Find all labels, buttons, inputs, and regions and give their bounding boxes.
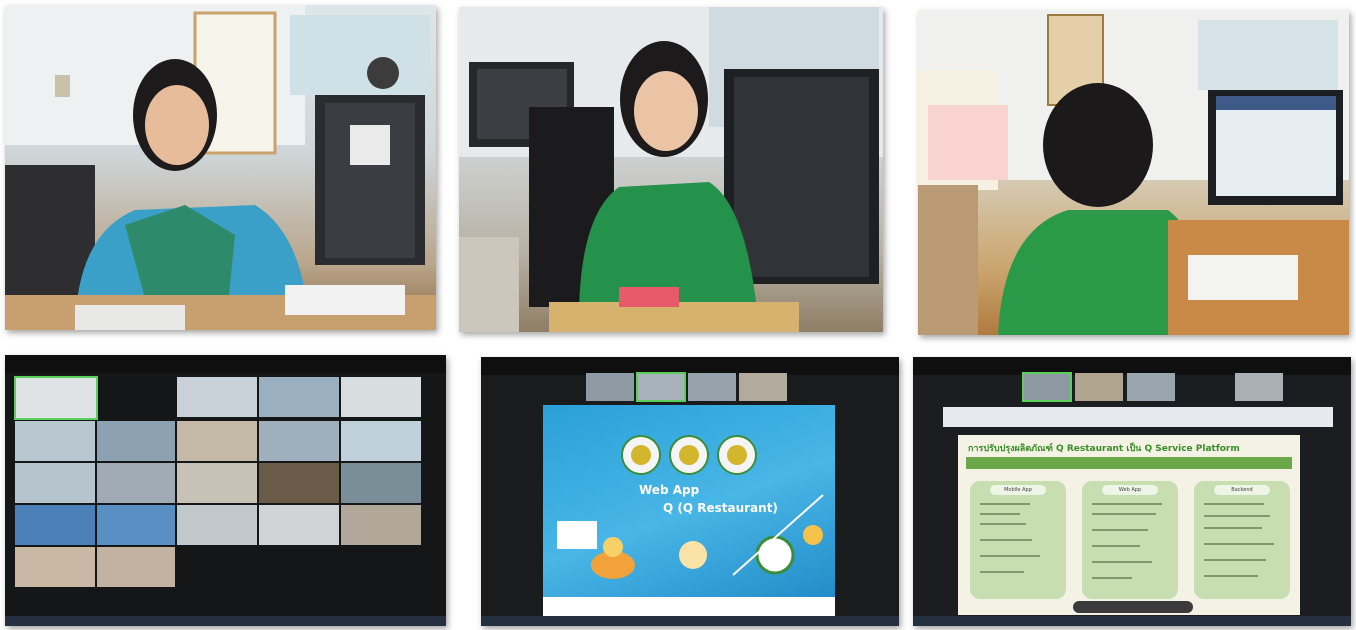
slide-title: การปรับปรุงผลิตภัณฑ์ Q Restaurant เป็น Q…: [968, 444, 1240, 454]
text-line: [980, 571, 1024, 573]
windows-taskbar: [913, 616, 1351, 626]
office-photo-3: [918, 10, 1349, 335]
mobile-app-column: Mobile App: [970, 481, 1066, 599]
pdf-page-controls[interactable]: [1073, 601, 1193, 613]
document-slide: การปรับปรุงผลิตภัณฑ์ Q Restaurant เป็น Q…: [958, 435, 1300, 615]
slide-illustration: [557, 494, 824, 579]
zoom-speaker-strip: [586, 372, 787, 402]
text-line: [1204, 503, 1264, 505]
text-line: [980, 523, 1026, 525]
text-line: [1204, 527, 1262, 529]
zoom-gallery-screen: [5, 355, 446, 626]
text-line: [1204, 575, 1258, 577]
text-line: [1204, 543, 1274, 545]
text-line: [980, 503, 1030, 505]
windows-taskbar: [5, 616, 446, 626]
slide-subtitle-bar: [966, 457, 1292, 469]
photo-1-scene: [5, 5, 436, 330]
pdf-viewer-toolbar: [943, 407, 1333, 427]
zoom-gallery-grid: [14, 376, 421, 587]
text-line: [1092, 503, 1162, 505]
text-line: [980, 539, 1032, 541]
zoom-presentation-screen: Web App Q (Q Restaurant): [481, 357, 899, 626]
text-line: [1092, 529, 1148, 531]
zoom-document-screen: การปรับปรุงผลิตภัณฑ์ Q Restaurant เป็น Q…: [913, 357, 1351, 626]
slide-footer: [543, 597, 835, 617]
backend-column: Backend: [1194, 481, 1290, 599]
text-line: [980, 513, 1020, 515]
text-line: [1092, 577, 1132, 579]
web-app-heading: Web App: [1102, 485, 1158, 495]
office-photo-2: [459, 7, 883, 332]
backend-heading: Backend: [1214, 485, 1270, 495]
text-line: [1204, 515, 1270, 517]
text-line: [980, 555, 1040, 557]
zoom-top-bar: [5, 355, 446, 373]
text-line: [1092, 513, 1156, 515]
zoom-speaker-strip: [1022, 372, 1283, 402]
text-line: [1204, 559, 1266, 561]
text-line: [1092, 561, 1152, 563]
text-line: [1092, 545, 1140, 547]
office-photo-1: [5, 5, 436, 330]
web-app-column: Web App: [1082, 481, 1178, 599]
windows-taskbar: [481, 616, 899, 626]
mobile-app-heading: Mobile App: [990, 485, 1046, 495]
presentation-slide: Web App Q (Q Restaurant): [543, 405, 835, 617]
photo-2-scene: [459, 7, 883, 332]
photo-3-scene: [918, 10, 1349, 335]
